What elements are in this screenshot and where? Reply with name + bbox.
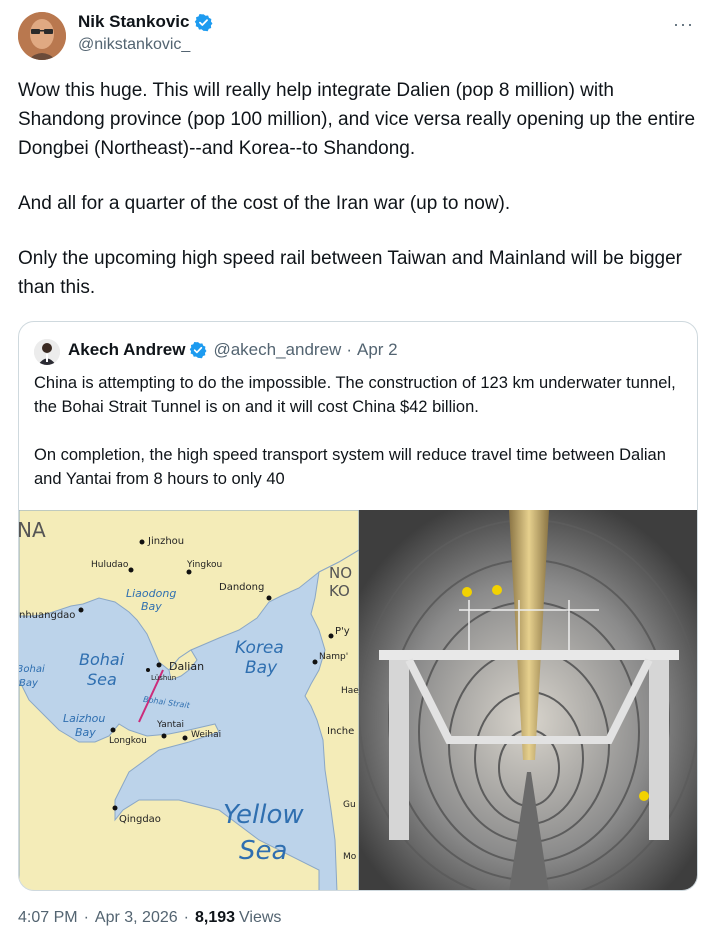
map-label-bohai-bay-1: 3ohai	[18, 664, 45, 675]
map-label-yingkou: Yingkou	[187, 560, 223, 570]
tweet-paragraph: Only the upcoming high speed rail betwee…	[18, 248, 683, 298]
map-label-ko: KO	[329, 582, 350, 600]
map-label-inche: Inche	[327, 726, 355, 737]
author-name-row[interactable]: Nik Stankovic	[78, 12, 213, 32]
quote-author-avatar[interactable]	[34, 339, 60, 365]
map-label-namp: Namp'	[319, 652, 349, 662]
map-label-korea-bay-1: Korea	[235, 638, 284, 658]
map-label-gu: Gu	[343, 800, 356, 810]
more-options-icon[interactable]: ···	[673, 14, 694, 35]
map-label-huludao: Huludao	[91, 560, 129, 570]
map-label-dandong: Dandong	[219, 582, 265, 593]
map-label-py: P'y	[335, 626, 350, 637]
verified-badge-icon	[189, 341, 207, 359]
quote-author-handle[interactable]: @akech_andrew	[213, 340, 341, 360]
quote-media: NA Jinzhou Huludao Yingkou Liaodong Bay …	[18, 510, 697, 890]
map-label-laizhou-bay: Bay	[75, 726, 96, 739]
author-handle[interactable]: @nikstankovic_	[78, 36, 190, 54]
quote-author-name[interactable]: Akech Andrew	[68, 340, 185, 360]
tweet: Nik Stankovic @nikstankovic_ ··· Wow thi…	[0, 0, 718, 939]
quote-paragraph: On completion, the high speed transport …	[34, 446, 666, 488]
tweet-paragraph: And all for a quarter of the cost of the…	[18, 193, 511, 214]
map-label-liaodong-bay: Bay	[141, 600, 162, 613]
map-label-jinzhou: Jinzhou	[148, 536, 185, 547]
tweet-date[interactable]: Apr 3, 2026	[95, 909, 178, 927]
separator-dot: ·	[346, 340, 352, 359]
views-label: Views	[239, 909, 282, 926]
map-label-laizhou: Laizhou	[63, 712, 106, 725]
tunnel-construction-photo[interactable]	[358, 510, 697, 890]
quote-text: China is attempting to do the impossible…	[34, 371, 689, 491]
views-count: 8,193	[194, 909, 236, 926]
map-label-na: NA	[18, 518, 46, 542]
tweet-time[interactable]: 4:07 PM	[18, 909, 78, 927]
map-label-yellow-sea-1: Yellow	[223, 800, 304, 830]
tweet-footer: 4:07 PM · Apr 3, 2026 · 8,193 Views	[18, 909, 281, 927]
separator-dot: ·	[83, 909, 89, 926]
verified-badge-icon	[194, 13, 213, 32]
bohai-map-image[interactable]: NA Jinzhou Huludao Yingkou Liaodong Bay …	[18, 510, 361, 890]
map-label-weihai: Weihai	[191, 730, 222, 740]
map-label-qinhuangdao: nhuangdao	[19, 610, 76, 621]
author-name[interactable]: Nik Stankovic	[78, 12, 190, 32]
map-label-yellow-sea-2: Sea	[239, 836, 288, 866]
map-label-bohai-sea-2: Sea	[87, 670, 117, 689]
map-label-liaodong: Liaodong	[126, 587, 177, 600]
tweet-paragraph: Wow this huge. This will really help int…	[18, 80, 696, 159]
quote-paragraph: China is attempting to do the impossible…	[34, 374, 676, 416]
map-label-longkou: Longkou	[109, 736, 147, 746]
map-label-mo: Mo	[343, 852, 357, 862]
map-label-bohai-bay-2: Bay	[19, 678, 38, 689]
quote-header: Akech Andrew @akech_andrew · Apr 2	[68, 340, 398, 360]
map-label-bohai-sea-1: Bohai	[79, 650, 125, 669]
map-label-dalian: Dalian	[169, 660, 205, 673]
tweet-text: Wow this huge. This will really help int…	[18, 76, 702, 302]
map-label-qingdao: Qingdao	[119, 814, 161, 825]
map-label-korea-bay-2: Bay	[245, 658, 278, 678]
author-avatar[interactable]	[18, 12, 66, 60]
map-label-lushun: Lüshun	[151, 674, 177, 682]
separator-dot: ·	[183, 909, 189, 926]
quoted-tweet[interactable]: Akech Andrew @akech_andrew · Apr 2 China…	[18, 321, 698, 891]
quote-date[interactable]: Apr 2	[357, 340, 398, 360]
map-label-no: NO	[329, 564, 353, 582]
map-label-yantai: Yantai	[157, 720, 185, 730]
